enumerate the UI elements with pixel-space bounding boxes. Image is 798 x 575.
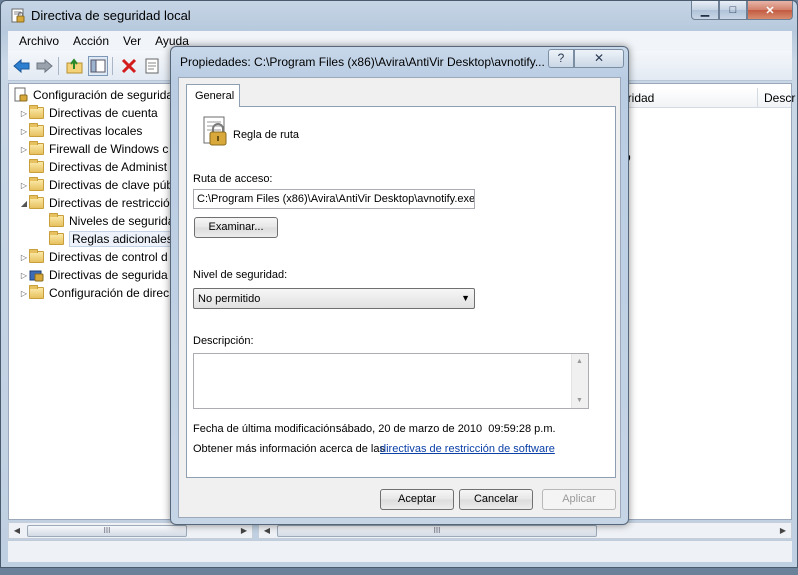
minimize-button[interactable]: ▁ bbox=[691, 1, 719, 20]
forward-icon[interactable] bbox=[34, 56, 54, 76]
security-settings-icon bbox=[13, 87, 29, 103]
folder-icon bbox=[29, 249, 44, 263]
path-label: Ruta de acceso: bbox=[193, 173, 273, 185]
expand-icon[interactable]: ▷ bbox=[19, 271, 29, 280]
tree-item-app-control[interactable]: ▷ Directivas de control d bbox=[19, 248, 168, 266]
locked-folder-icon bbox=[29, 123, 44, 137]
tree-item-firewall[interactable]: ▷ Firewall de Windows c bbox=[19, 140, 168, 158]
back-icon[interactable] bbox=[12, 56, 32, 76]
ip-security-icon bbox=[29, 268, 44, 282]
folder-icon bbox=[29, 177, 44, 191]
folder-icon bbox=[29, 141, 44, 155]
path-input[interactable]: C:\Program Files (x86)\Avira\AntiVir Des… bbox=[193, 189, 475, 209]
expand-icon[interactable]: ▷ bbox=[19, 181, 29, 190]
folder-icon bbox=[29, 195, 44, 209]
properties-icon[interactable] bbox=[142, 56, 162, 76]
menu-ver[interactable]: Ver bbox=[116, 34, 148, 48]
ok-button[interactable]: Aceptar bbox=[380, 489, 454, 510]
window-title: Directiva de seguridad local bbox=[31, 8, 191, 23]
menu-accion[interactable]: Acción bbox=[66, 34, 116, 48]
more-info-text: Obtener más información acerca de las bbox=[193, 443, 385, 455]
cancel-button[interactable]: Cancelar bbox=[459, 489, 533, 510]
tree-item-security-levels[interactable]: Niveles de segurida bbox=[39, 212, 174, 230]
scroll-down-icon[interactable]: ▼ bbox=[576, 397, 583, 404]
expand-icon[interactable]: ▷ bbox=[19, 127, 29, 136]
scroll-left-icon[interactable]: ◀ bbox=[259, 526, 275, 535]
up-folder-icon[interactable] bbox=[65, 56, 85, 76]
tree-item-software-restriction[interactable]: ◢ Directivas de restricció bbox=[19, 194, 170, 212]
show-hide-tree-icon[interactable] bbox=[88, 56, 108, 76]
expand-icon[interactable]: ▷ bbox=[19, 289, 29, 298]
expand-icon[interactable]: ▷ bbox=[19, 253, 29, 262]
maximize-button[interactable]: □ bbox=[719, 1, 747, 20]
column-description[interactable]: Descr bbox=[764, 91, 795, 105]
apply-button[interactable]: Aplicar bbox=[542, 489, 616, 510]
scroll-right-icon[interactable]: ▶ bbox=[775, 526, 791, 535]
tree-item-network-list[interactable]: Directivas de Administ bbox=[19, 158, 167, 176]
tree-item-local-policies[interactable]: ▷ Directivas locales bbox=[19, 122, 142, 140]
close-button[interactable]: ✕ bbox=[747, 1, 793, 20]
security-level-label: Nivel de seguridad: bbox=[193, 269, 288, 281]
folder-icon bbox=[29, 285, 44, 299]
tree-item-advanced-audit[interactable]: ▷ Configuración de direc bbox=[19, 284, 169, 302]
open-folder-icon bbox=[49, 231, 64, 245]
properties-dialog: Propiedades: C:\Program Files (x86)\Avir… bbox=[170, 46, 629, 525]
description-label: Descripción: bbox=[193, 335, 254, 347]
dialog-body: General Regla de ruta Ruta de acceso: C:… bbox=[178, 77, 621, 518]
tree-item-account-policies[interactable]: ▷ Directivas de cuenta bbox=[19, 104, 158, 122]
menu-archivo[interactable]: Archivo bbox=[12, 34, 66, 48]
description-textarea[interactable]: ▲ ▼ bbox=[193, 353, 589, 409]
locked-folder-icon bbox=[29, 105, 44, 119]
rule-name-label: Regla de ruta bbox=[233, 129, 300, 141]
folder-icon bbox=[49, 213, 64, 227]
scroll-right-icon[interactable]: ▶ bbox=[236, 526, 252, 535]
toolbar-separator bbox=[112, 57, 113, 75]
status-bar bbox=[8, 540, 792, 562]
scroll-left-icon[interactable]: ◀ bbox=[9, 526, 25, 535]
scroll-thumb[interactable]: III bbox=[27, 525, 187, 537]
scroll-thumb[interactable]: III bbox=[277, 525, 597, 537]
security-policy-icon bbox=[10, 8, 26, 24]
tree-item-root[interactable]: Configuración de segurida bbox=[13, 86, 173, 104]
title-bar[interactable]: Directiva de seguridad local ▁ □ ✕ bbox=[1, 1, 797, 31]
dialog-close-button[interactable]: ✕ bbox=[574, 49, 624, 68]
chevron-down-icon: ▼ bbox=[461, 293, 470, 303]
tree-item-ip-security[interactable]: ▷ Directivas de segurida bbox=[19, 266, 168, 284]
toolbar-separator bbox=[58, 57, 59, 75]
path-rule-icon bbox=[201, 115, 229, 147]
expand-icon[interactable]: ▷ bbox=[19, 109, 29, 118]
description-scrollbar[interactable]: ▲ ▼ bbox=[571, 354, 588, 408]
delete-icon[interactable] bbox=[119, 56, 139, 76]
security-level-value: No permitido bbox=[198, 293, 261, 305]
folder-icon bbox=[29, 159, 44, 173]
modified-value: sábado, 20 de marzo de 2010 09:59:28 p.m… bbox=[336, 423, 556, 435]
security-level-select[interactable]: No permitido ▼ bbox=[193, 288, 475, 309]
expand-icon[interactable]: ▷ bbox=[19, 145, 29, 154]
collapse-icon[interactable]: ◢ bbox=[19, 199, 29, 208]
tab-general[interactable]: General bbox=[186, 84, 240, 107]
general-tab-panel: Regla de ruta Ruta de acceso: C:\Program… bbox=[186, 106, 616, 478]
browse-button[interactable]: Examinar... bbox=[194, 217, 278, 238]
help-button[interactable]: ? bbox=[548, 49, 574, 68]
scroll-up-icon[interactable]: ▲ bbox=[576, 358, 583, 365]
tree-item-public-key[interactable]: ▷ Directivas de clave púb bbox=[19, 176, 173, 194]
modified-label: Fecha de última modificación: bbox=[193, 423, 339, 435]
software-restriction-link[interactable]: directivas de restricción de software bbox=[380, 443, 555, 455]
tree-item-additional-rules[interactable]: Reglas adicionales bbox=[39, 230, 176, 248]
dialog-title: Propiedades: C:\Program Files (x86)\Avir… bbox=[180, 55, 545, 69]
